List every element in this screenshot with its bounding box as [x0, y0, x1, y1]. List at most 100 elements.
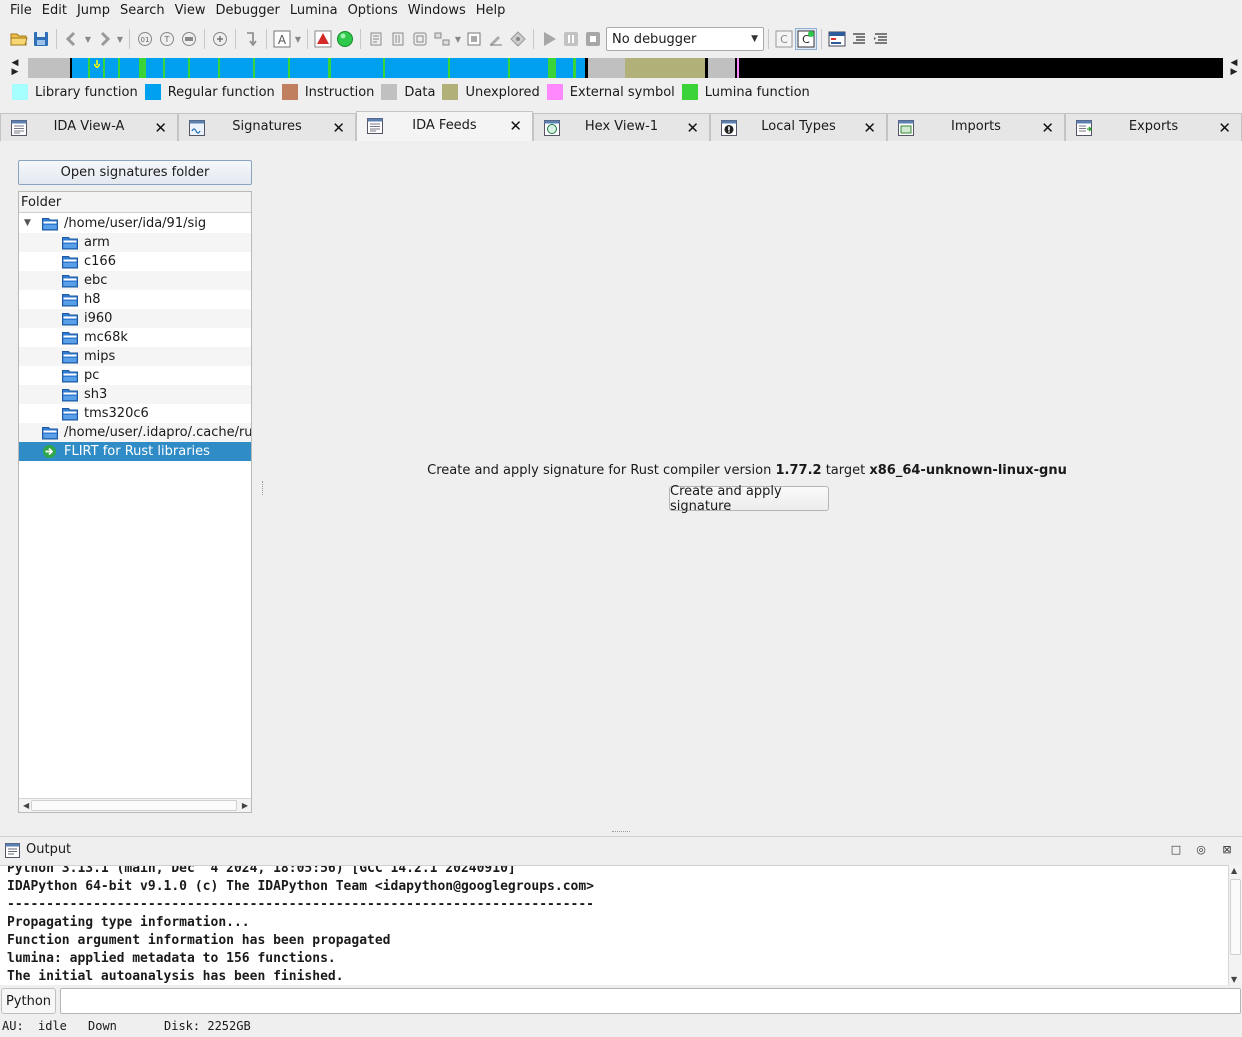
float-icon[interactable]: ◎ [1195, 844, 1207, 856]
chevron-down-icon[interactable]: ▼ [115, 28, 125, 50]
data-icon[interactable] [387, 28, 409, 50]
search-next-icon[interactable] [209, 28, 231, 50]
graph-icon[interactable] [312, 28, 334, 50]
horizontal-splitter-handle[interactable] [612, 831, 630, 834]
tree-item[interactable]: ▼ /home/user/ida/91/sig [19, 214, 251, 233]
tree-item[interactable]: mips [19, 347, 251, 366]
legend-item: Regular function [144, 84, 275, 100]
tab-signatures[interactable]: Signatures ✕ [178, 113, 356, 141]
menu-file[interactable]: File [5, 0, 37, 22]
forward-icon[interactable] [93, 28, 115, 50]
scrollbar-thumb[interactable] [1230, 879, 1241, 955]
tab-ida-view-a[interactable]: IDA View-A ✕ [0, 113, 178, 141]
tab-hex-view-1[interactable]: Hex View-1 ✕ [533, 113, 710, 141]
navigation-band-strip[interactable] [28, 58, 1223, 78]
close-icon[interactable]: ✕ [863, 119, 876, 137]
back-icon[interactable] [61, 28, 83, 50]
struct-icon[interactable] [409, 28, 431, 50]
close-icon[interactable]: ✕ [1218, 119, 1231, 137]
menu-windows[interactable]: Windows [403, 0, 471, 22]
list-indent-icon[interactable] [848, 28, 870, 50]
chevron-down-icon[interactable]: ▼ [453, 28, 463, 50]
scroll-right-icon[interactable]: ▶ [242, 799, 248, 812]
tree-horizontal-scrollbar[interactable]: ◀ ▶ [19, 798, 251, 812]
code-icon[interactable] [365, 28, 387, 50]
immediate-search-icon[interactable] [178, 28, 200, 50]
list-outdent-icon[interactable] [870, 28, 892, 50]
folder-icon [62, 406, 78, 421]
scrollbar-thumb[interactable] [31, 800, 237, 811]
toolbar-separator [360, 29, 361, 49]
open-file-icon[interactable] [8, 28, 30, 50]
tree-item[interactable]: sh3 [19, 385, 251, 404]
tree-item[interactable]: mc68k [19, 328, 251, 347]
scroll-down-icon[interactable]: ▼ [1231, 975, 1237, 984]
tree-item[interactable]: /home/user/.idapro/.cache/rust [19, 423, 251, 442]
menu-debugger[interactable]: Debugger [210, 0, 284, 22]
chevron-down-icon[interactable]: ▼ [293, 28, 303, 50]
cli-input[interactable] [60, 988, 1241, 1014]
scroll-left-icon[interactable]: ◀ [23, 799, 29, 812]
close-icon[interactable]: ✕ [332, 119, 345, 137]
menu-jump[interactable]: Jump [72, 0, 115, 22]
vertical-splitter-handle[interactable] [262, 481, 265, 495]
tree-item[interactable]: ebc [19, 271, 251, 290]
toolbar-separator [533, 29, 534, 49]
output-line: Python 3.13.1 (main, Dec 4 2024, 18:05:5… [7, 865, 516, 876]
tree-item[interactable]: FLIRT for Rust libraries [19, 442, 251, 461]
pseudocode-icon[interactable]: C [773, 28, 795, 50]
cli-language-button[interactable]: Python [1, 988, 56, 1014]
close-icon[interactable]: ✕ [686, 119, 699, 137]
tree-item[interactable]: pc [19, 366, 251, 385]
decompile-icon[interactable]: C [795, 28, 817, 50]
close-icon[interactable]: ✕ [1041, 119, 1054, 137]
text-search-icon[interactable]: T [156, 28, 178, 50]
tree-item[interactable]: arm [19, 233, 251, 252]
open-signatures-folder-button[interactable]: Open signatures folder [18, 160, 252, 185]
debugger-select[interactable]: No debugger ▼ [606, 27, 764, 51]
menu-lumina[interactable]: Lumina [285, 0, 343, 22]
text-mode-icon[interactable]: A [271, 28, 293, 50]
output-log[interactable]: Python 3.13.1 (main, Dec 4 2024, 18:05:5… [0, 865, 1228, 985]
create-and-apply-signature-button[interactable]: Create and apply signature [669, 484, 829, 514]
scroll-up-icon[interactable]: ▲ [1231, 866, 1237, 875]
tab-imports[interactable]: Imports ✕ [887, 113, 1065, 141]
tab-ida-feeds[interactable]: IDA Feeds ✕ [356, 111, 533, 142]
maximize-icon[interactable]: □ [1170, 844, 1182, 856]
tree-item[interactable]: h8 [19, 290, 251, 309]
lumina-status-icon[interactable] [334, 28, 356, 50]
menu-help[interactable]: Help [471, 0, 511, 22]
chevron-down-icon[interactable]: ▼ [83, 28, 93, 50]
undefine-icon[interactable] [463, 28, 485, 50]
output-vertical-scrollbar[interactable]: ▲ ▼ [1228, 865, 1242, 985]
main-toolbar: ▼ ▼ 01 T A ▼ ▼ No debugger ▼ C C [0, 25, 1242, 53]
tree-item[interactable]: i960 [19, 309, 251, 328]
tree-header-folder[interactable]: Folder [19, 192, 251, 213]
menu-options[interactable]: Options [343, 0, 403, 22]
tab-local-types[interactable]: Local Types ✕ [710, 113, 887, 141]
menu-search[interactable]: Search [115, 0, 170, 22]
tree-item-label: /home/user/ida/91/sig [64, 216, 207, 231]
nav-band-left-arrows[interactable]: ◀ ▶ [10, 57, 20, 79]
nav-band-right-arrows[interactable]: ◀ ▶ [1229, 57, 1239, 79]
expand-arrow-icon[interactable]: ▼ [24, 214, 36, 233]
play-icon[interactable] [538, 28, 560, 50]
tree-item[interactable]: tms320c6 [19, 404, 251, 423]
edit-function-icon[interactable] [485, 28, 507, 50]
close-icon[interactable]: ✕ [154, 119, 167, 137]
tab-exports[interactable]: Exports ✕ [1065, 113, 1242, 141]
save-icon[interactable] [30, 28, 52, 50]
close-icon[interactable]: ✕ [509, 117, 522, 135]
tree-item[interactable]: c166 [19, 252, 251, 271]
signatures-folder-tree[interactable]: Folder ▼ /home/user/ida/91/sig arm c166 ebc h… [18, 191, 252, 813]
stop-icon[interactable] [582, 28, 604, 50]
breakpoint-icon[interactable] [507, 28, 529, 50]
array-icon[interactable] [431, 28, 453, 50]
menu-view[interactable]: View [170, 0, 211, 22]
close-icon[interactable]: ⊠ [1221, 844, 1233, 856]
pause-icon[interactable] [560, 28, 582, 50]
segments-icon[interactable] [826, 28, 848, 50]
jump-icon[interactable] [240, 28, 262, 50]
menu-edit[interactable]: Edit [37, 0, 72, 22]
binary-search-icon[interactable]: 01 [134, 28, 156, 50]
